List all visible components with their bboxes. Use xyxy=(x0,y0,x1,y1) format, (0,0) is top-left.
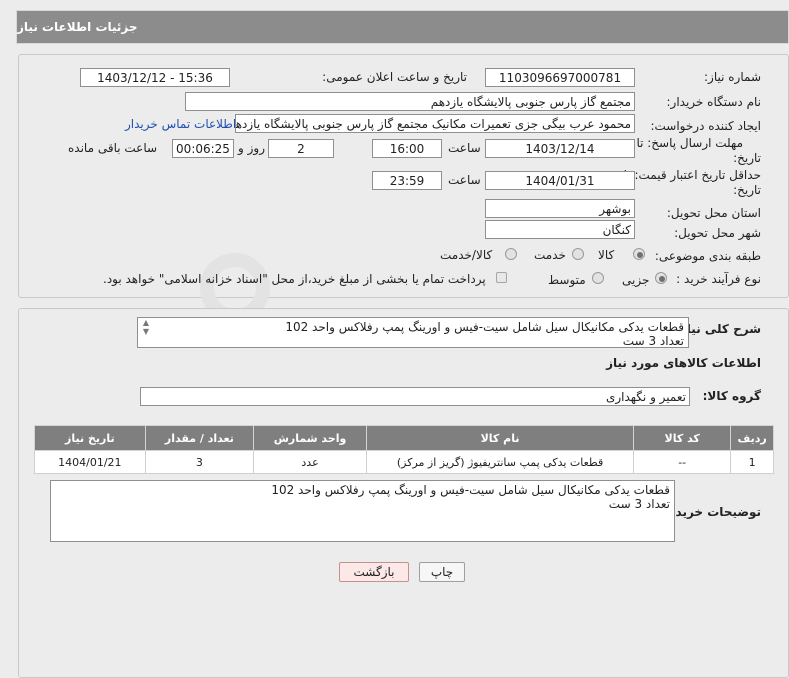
city-label: شهر محل تحویل: xyxy=(674,226,761,240)
validity-label: حداقل تاریخ اعتبار قیمت: تا xyxy=(623,168,761,182)
goods-table: ردیف کد کالا نام کالا واحد شمارش تعداد /… xyxy=(34,425,774,474)
col-need-date: تاریخ نیاز xyxy=(34,425,146,451)
creator-field: محمود عرب بیگی جزی تعمیرات مکانیک مجتمع … xyxy=(235,114,635,133)
goods-table-header: ردیف کد کالا نام کالا واحد شمارش تعداد /… xyxy=(34,425,774,451)
validity-label-date: تاریخ: xyxy=(733,183,761,197)
deadline-time-field: 16:00 xyxy=(372,139,442,158)
validity-date-field: 1404/01/31 xyxy=(485,171,635,190)
deadline-date-field: 1403/12/14 xyxy=(485,139,635,158)
category-option-service: خدمت xyxy=(534,248,566,262)
col-quantity: تعداد / مقدار xyxy=(144,425,255,451)
cell-quantity: 3 xyxy=(144,450,255,474)
validity-time-label: ساعت xyxy=(448,173,481,187)
process-radio-minor[interactable] xyxy=(655,272,667,284)
process-label: نوع فرآیند خرید : xyxy=(676,272,761,286)
cell-need-date: 1404/01/21 xyxy=(34,450,146,474)
buyer-org-label: نام دستگاه خریدار: xyxy=(666,95,762,109)
category-option-goods: کالا xyxy=(598,248,615,262)
table-row: 1 -- قطعات یدکی پمپ سانتریفیوژ (گریز از … xyxy=(34,450,774,474)
process-radio-medium[interactable] xyxy=(592,272,604,284)
announce-field: 1403/12/12 - 15:36 xyxy=(80,68,230,87)
remaining-time-field: 00:06:25 xyxy=(172,139,234,158)
col-code: کد کالا xyxy=(633,425,732,451)
province-field: بوشهر xyxy=(485,199,635,218)
category-radio-goods[interactable] xyxy=(633,248,645,260)
goods-group-field: تعمیر و نگهداری xyxy=(140,387,690,406)
scroll-up-icon[interactable]: ▲ xyxy=(140,318,152,327)
buyer-org-field: مجتمع گاز پارس جنوبی پالایشگاه یازدهم xyxy=(185,92,635,111)
description-scrollbar[interactable]: ▲ ▼ xyxy=(140,318,152,346)
description-textarea[interactable]: قطعات یدکی مکانیکال سیل شامل سیت-فیس و ا… xyxy=(137,317,689,348)
category-option-goods-service: کالا/خدمت xyxy=(440,248,493,262)
days-label: روز و xyxy=(238,141,265,155)
treasury-payment-checkbox[interactable] xyxy=(496,272,507,283)
cell-row: 1 xyxy=(730,450,774,474)
page-title: جزئیات اطلاعات نیاز xyxy=(17,20,138,34)
process-option-minor: جزیی xyxy=(622,273,650,287)
scroll-down-icon[interactable]: ▼ xyxy=(140,327,152,336)
category-label: طبقه بندی موضوعی: xyxy=(654,249,761,263)
cell-unit: عدد xyxy=(253,450,367,474)
need-number-label: شماره نیاز: xyxy=(704,70,761,84)
page-header: جزئیات اطلاعات نیاز xyxy=(16,10,789,44)
buyer-notes-textarea[interactable]: قطعات یدکی مکانیکال سیل شامل سیت-فیس و ا… xyxy=(50,480,675,542)
category-radio-goods-service[interactable] xyxy=(505,248,517,260)
category-radio-service[interactable] xyxy=(572,248,584,260)
remaining-label: ساعت باقی مانده xyxy=(68,141,158,155)
days-field: 2 xyxy=(268,139,334,158)
province-label: استان محل تحویل: xyxy=(666,206,761,220)
treasury-payment-note: پرداخت تمام یا بخشی از مبلغ خرید،از محل … xyxy=(103,272,486,286)
contact-info-link[interactable]: اطلاعات تماس خریدار xyxy=(125,117,236,131)
validity-time-field: 23:59 xyxy=(372,171,442,190)
goods-group-label: گروه کالا: xyxy=(702,389,761,403)
process-option-medium: متوسط xyxy=(548,273,586,287)
goods-section-title: اطلاعات کالاهای مورد نیاز xyxy=(606,356,761,370)
city-field: کنگان xyxy=(485,220,635,239)
creator-label: ایجاد کننده درخواست: xyxy=(650,119,761,133)
deadline-time-label: ساعت xyxy=(448,141,481,155)
need-number-field: 1103096697000781 xyxy=(485,68,635,87)
cell-name: قطعات یدکی پمپ سانتریفیوژ (گریز از مرکز) xyxy=(365,450,635,474)
deadline-label-date: تاریخ: xyxy=(733,151,761,165)
announce-label: تاریخ و ساعت اعلان عمومی: xyxy=(322,70,467,84)
col-unit: واحد شمارش xyxy=(253,425,367,451)
deadline-label: مهلت ارسال پاسخ: تا xyxy=(636,136,743,150)
col-row: ردیف xyxy=(730,425,774,451)
back-button[interactable]: بازگشت xyxy=(339,562,409,582)
col-name: نام کالا xyxy=(365,425,635,451)
cell-code: -- xyxy=(633,450,732,474)
print-button[interactable]: چاپ xyxy=(419,562,465,582)
